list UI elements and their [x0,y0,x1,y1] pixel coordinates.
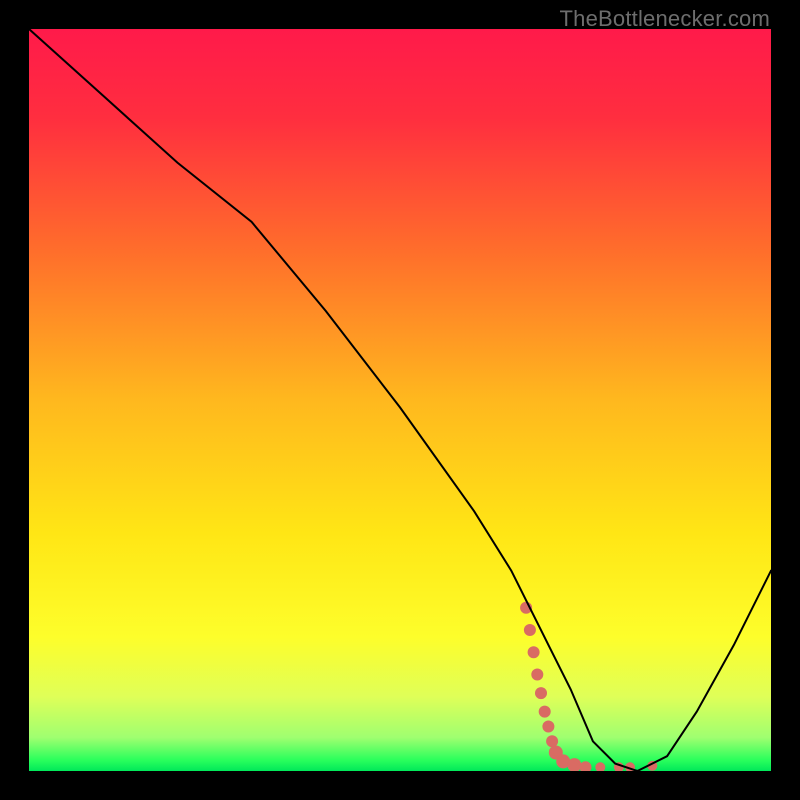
marker-dot [539,706,551,718]
marker-dot [542,721,554,733]
gradient-background [29,29,771,771]
bottleneck-chart [29,29,771,771]
marker-dot [524,624,536,636]
marker-dot [535,687,547,699]
marker-dot [546,735,558,747]
marker-dot [528,646,540,658]
chart-frame [29,29,771,771]
marker-dot [531,669,543,681]
